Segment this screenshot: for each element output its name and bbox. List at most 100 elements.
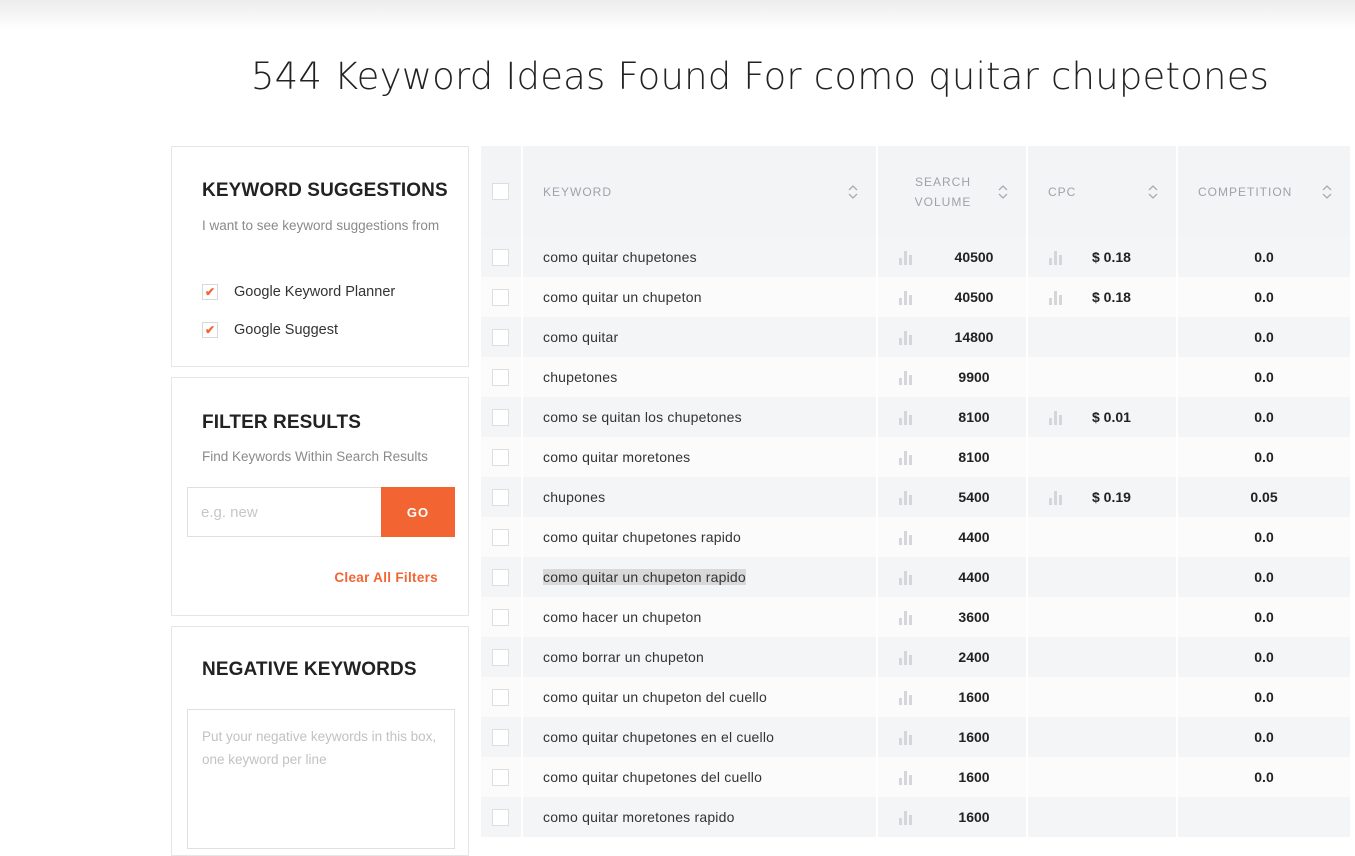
- keyword-text[interactable]: como quitar chupetones en el cuello: [543, 729, 774, 745]
- sort-arrows-icon[interactable]: [998, 184, 1008, 200]
- competition-cell: [1177, 797, 1352, 837]
- checkmark-icon[interactable]: ✔: [202, 322, 218, 338]
- keyword-text[interactable]: chupones: [543, 489, 605, 505]
- competition-column-header[interactable]: COMPETITION: [1177, 146, 1352, 237]
- table-row: como quitar chupetones rapido 4400 0.0: [481, 517, 1352, 557]
- row-checkbox[interactable]: [492, 768, 509, 786]
- keyword-text[interactable]: como quitar chupetones rapido: [543, 529, 741, 545]
- competition-value: 0.0: [1254, 729, 1274, 745]
- row-checkbox[interactable]: [492, 808, 509, 826]
- row-checkbox[interactable]: [492, 568, 509, 586]
- row-checkbox[interactable]: [492, 608, 509, 626]
- keyword-suggestions-panel: KEYWORD SUGGESTIONS I want to see keywor…: [171, 146, 469, 367]
- keyword-text[interactable]: como quitar chupetones del cuello: [543, 769, 762, 785]
- table-row: como quitar un chupeton 40500 $ 0.18 0.0: [481, 277, 1352, 317]
- clear-all-filters-link[interactable]: Clear All Filters: [334, 570, 438, 585]
- row-checkbox[interactable]: [492, 688, 509, 706]
- keyword-text[interactable]: como hacer un chupeton: [543, 609, 702, 625]
- bar-chart-icon[interactable]: [1048, 289, 1064, 305]
- keyword-text[interactable]: como borrar un chupeton: [543, 649, 704, 665]
- keyword-text[interactable]: como quitar moretones: [543, 449, 690, 465]
- bar-chart-icon[interactable]: [1048, 409, 1064, 425]
- keyword-results-table: KEYWORD SEARCH VOLUME CPC COMPETITION co…: [481, 146, 1355, 839]
- competition-value: 0.0: [1254, 529, 1274, 545]
- cpc-value: $ 0.18: [1092, 289, 1131, 305]
- table-row: como quitar moretones rapido 1600: [481, 797, 1352, 837]
- keyword-text[interactable]: como se quitan los chupetones: [543, 409, 742, 425]
- keyword-cell: como borrar un chupeton: [522, 637, 878, 677]
- bar-chart-icon[interactable]: [898, 809, 914, 825]
- sort-arrows-icon[interactable]: [848, 184, 858, 200]
- keyword-text[interactable]: chupetones: [543, 369, 617, 385]
- select-all-checkbox[interactable]: [492, 183, 509, 200]
- keyword-suggestions-description: I want to see keyword suggestions from: [202, 218, 440, 233]
- go-button[interactable]: GO: [381, 487, 455, 537]
- row-select-cell: [481, 637, 523, 677]
- competition-cell: 0.0: [1177, 717, 1352, 757]
- bar-chart-icon[interactable]: [898, 769, 914, 785]
- bar-chart-icon[interactable]: [898, 369, 914, 385]
- keyword-text[interactable]: como quitar moretones rapido: [543, 809, 735, 825]
- keyword-cell: como hacer un chupeton: [522, 597, 878, 637]
- page-title: 544 Keyword Ideas Found For como quitar …: [250, 55, 1270, 98]
- table-row: chupones 5400 $ 0.19 0.05: [481, 477, 1352, 517]
- keyword-text[interactable]: como quitar: [543, 329, 618, 345]
- select-all-cell: [481, 146, 523, 237]
- row-checkbox[interactable]: [492, 368, 509, 386]
- table-row: como quitar un chupeton rapido 4400 0.0: [481, 557, 1352, 597]
- option-google-suggest[interactable]: ✔ Google Suggest: [202, 320, 338, 340]
- negative-keywords-heading: NEGATIVE KEYWORDS: [202, 659, 417, 680]
- competition-value: 0.0: [1254, 569, 1274, 585]
- bar-chart-icon[interactable]: [898, 529, 914, 545]
- row-checkbox[interactable]: [492, 288, 509, 306]
- cpc-cell: $ 0.18: [1027, 277, 1178, 317]
- row-checkbox[interactable]: [492, 728, 509, 746]
- negative-keywords-input[interactable]: [187, 709, 455, 849]
- search-volume-cell: 4400: [877, 517, 1028, 557]
- bar-chart-icon[interactable]: [898, 609, 914, 625]
- bar-chart-icon[interactable]: [898, 409, 914, 425]
- keyword-text[interactable]: como quitar un chupeton rapido: [543, 569, 746, 585]
- competition-cell: 0.0: [1177, 357, 1352, 397]
- bar-chart-icon[interactable]: [898, 729, 914, 745]
- keyword-text[interactable]: como quitar chupetones: [543, 249, 697, 265]
- checkmark-icon[interactable]: ✔: [202, 284, 218, 300]
- search-volume-value: 5400: [958, 489, 990, 505]
- sort-arrows-icon[interactable]: [1148, 184, 1158, 200]
- competition-value: 0.0: [1254, 609, 1274, 625]
- table-row: como quitar chupetones del cuello 1600 0…: [481, 757, 1352, 797]
- bar-chart-icon[interactable]: [898, 689, 914, 705]
- row-checkbox[interactable]: [492, 528, 509, 546]
- table-row: como quitar chupetones 40500 $ 0.18 0.0: [481, 237, 1352, 277]
- row-checkbox[interactable]: [492, 448, 509, 466]
- bar-chart-icon[interactable]: [898, 449, 914, 465]
- keyword-column-header[interactable]: KEYWORD: [522, 146, 878, 237]
- search-volume-value: 9900: [958, 369, 990, 385]
- bar-chart-icon[interactable]: [898, 289, 914, 305]
- bar-chart-icon[interactable]: [1048, 489, 1064, 505]
- cpc-column-header[interactable]: CPC: [1027, 146, 1178, 237]
- bar-chart-icon[interactable]: [1048, 249, 1064, 265]
- keyword-text[interactable]: como quitar un chupeton del cuello: [543, 689, 767, 705]
- sort-arrows-icon[interactable]: [1322, 184, 1332, 200]
- search-volume-cell: 5400: [877, 477, 1028, 517]
- row-checkbox[interactable]: [492, 488, 509, 506]
- bar-chart-icon[interactable]: [898, 569, 914, 585]
- filter-input[interactable]: [187, 487, 382, 537]
- cpc-cell: $ 0.18: [1027, 237, 1178, 277]
- search-volume-column-header[interactable]: SEARCH VOLUME: [877, 146, 1028, 237]
- row-checkbox[interactable]: [492, 648, 509, 666]
- row-checkbox[interactable]: [492, 328, 509, 346]
- bar-chart-icon[interactable]: [898, 649, 914, 665]
- table-row: chupetones 9900 0.0: [481, 357, 1352, 397]
- top-fade: [0, 0, 1355, 30]
- keyword-text[interactable]: como quitar un chupeton: [543, 289, 702, 305]
- row-checkbox[interactable]: [492, 408, 509, 426]
- search-volume-cell: 1600: [877, 677, 1028, 717]
- option-google-keyword-planner[interactable]: ✔ Google Keyword Planner: [202, 282, 395, 302]
- bar-chart-icon[interactable]: [898, 489, 914, 505]
- bar-chart-icon[interactable]: [898, 249, 914, 265]
- row-checkbox[interactable]: [492, 248, 509, 266]
- bar-chart-icon[interactable]: [898, 329, 914, 345]
- cpc-header-label: CPC: [1048, 184, 1077, 199]
